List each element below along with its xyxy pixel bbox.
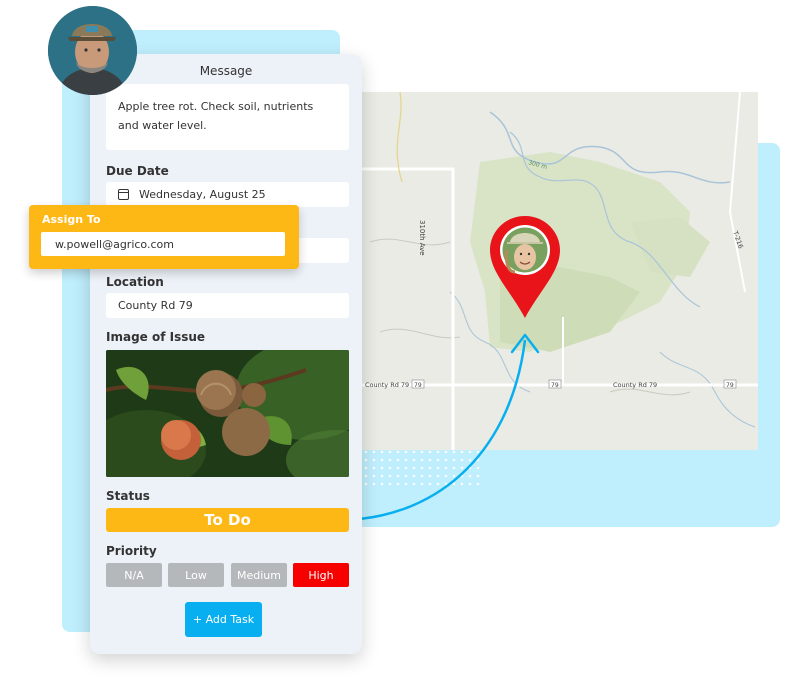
priority-high-button[interactable]: High — [293, 563, 349, 587]
status-label: Status — [106, 489, 150, 503]
priority-na-button[interactable]: N/A — [106, 563, 162, 587]
priority-low-button[interactable]: Low — [168, 563, 224, 587]
task-card: Message Apple tree rot. Check soil, nutr… — [90, 54, 362, 654]
dot-pattern — [362, 448, 480, 488]
image-label: Image of Issue — [106, 330, 206, 344]
location-value: County Rd 79 — [118, 299, 193, 312]
map-route-shield: 79 — [726, 382, 734, 389]
map-route-shield: 79 — [551, 382, 559, 389]
assign-to-panel: Assign To w.powell@agrico.com — [29, 205, 299, 269]
message-field[interactable]: Apple tree rot. Check soil, nutrients an… — [106, 84, 349, 150]
map-route-shield: 79 — [414, 382, 422, 389]
issue-image[interactable] — [106, 350, 349, 477]
map-view[interactable]: 310th Ave County Rd 79 County Rd 79 79 7… — [360, 92, 758, 450]
location-label: Location — [106, 275, 164, 289]
due-date-value: Wednesday, August 25 — [139, 188, 266, 201]
priority-label: Priority — [106, 544, 157, 558]
add-task-button[interactable]: + Add Task — [185, 602, 262, 637]
map-highway-label: T-216 — [731, 229, 745, 250]
due-date-field[interactable]: Wednesday, August 25 — [106, 182, 349, 207]
calendar-icon — [118, 189, 129, 200]
map-road-label-vertical: 310th Ave — [418, 220, 426, 256]
status-dropdown[interactable]: To Do — [106, 508, 349, 532]
location-field[interactable]: County Rd 79 — [106, 293, 349, 318]
map-road-label-right: County Rd 79 — [613, 381, 657, 389]
assign-to-label: Assign To — [42, 213, 101, 226]
assign-to-input[interactable]: w.powell@agrico.com — [41, 232, 285, 256]
due-date-label: Due Date — [106, 164, 169, 178]
priority-medium-button[interactable]: Medium — [231, 563, 287, 587]
map-road-label-left: County Rd 79 — [365, 381, 409, 389]
avatar — [48, 6, 137, 95]
